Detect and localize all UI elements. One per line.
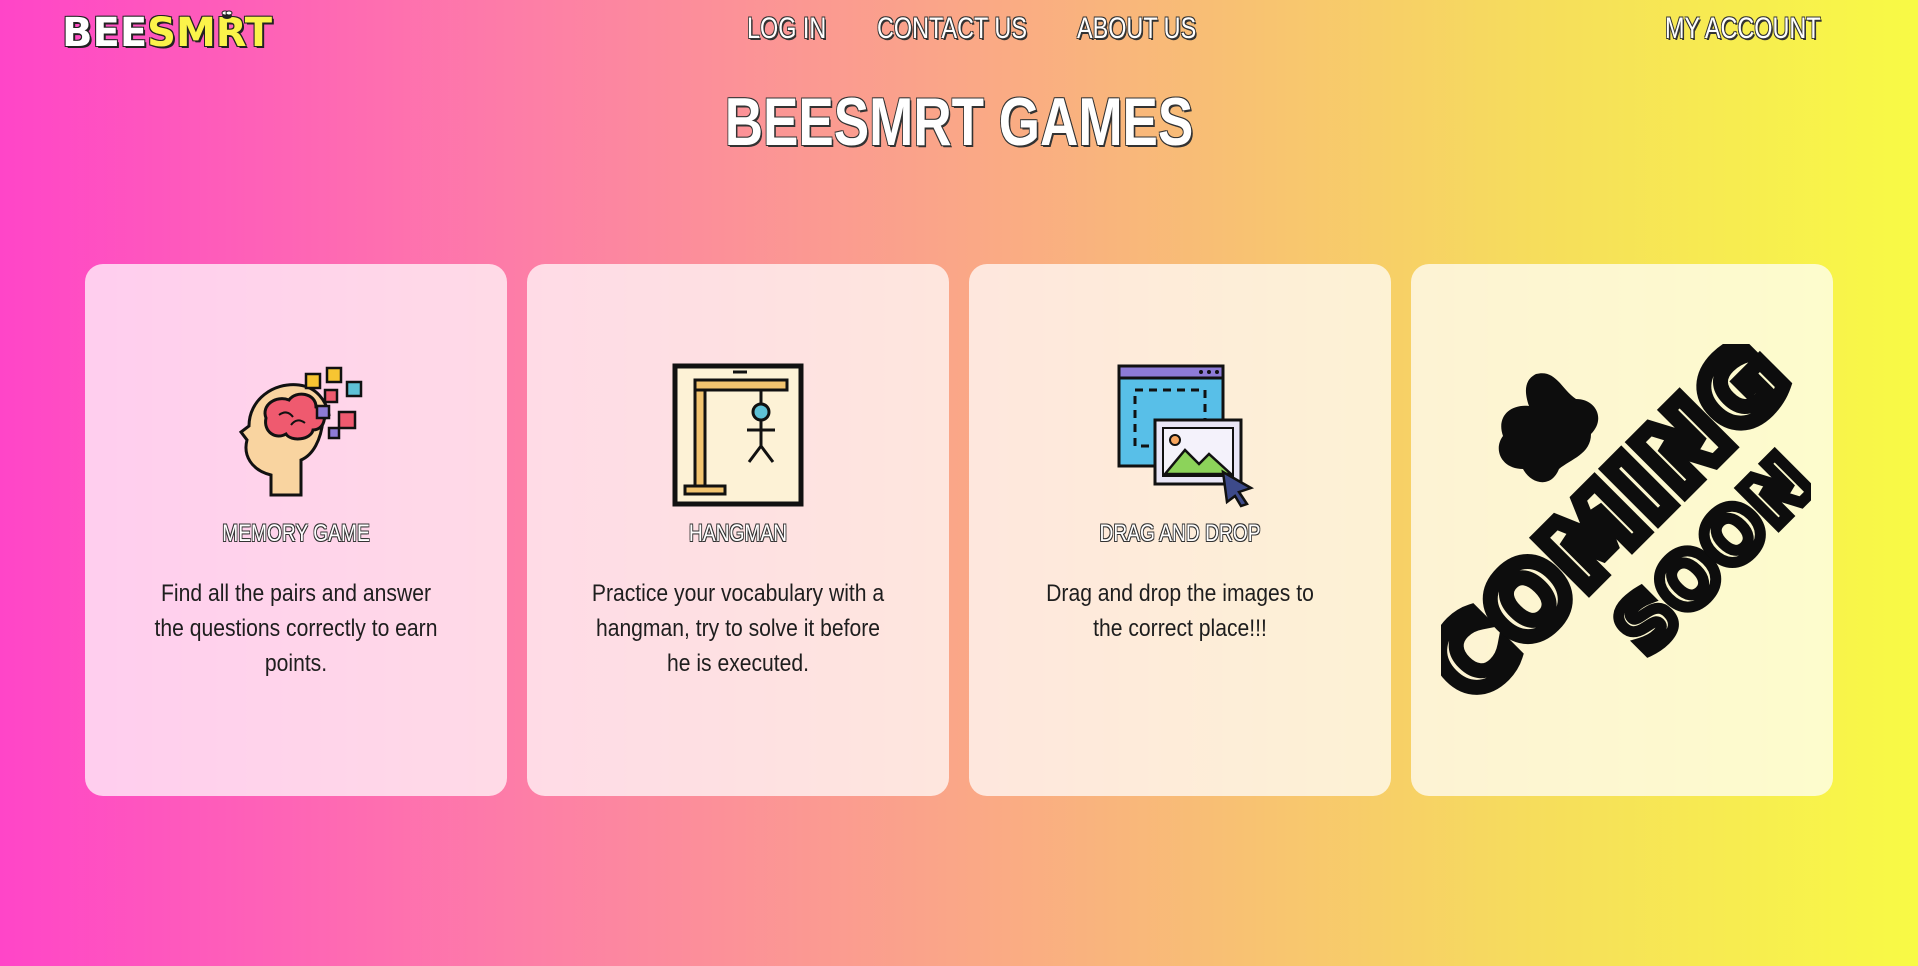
logo-bee-text: BEE [62,10,148,56]
card-description: Find all the pairs and answer the questi… [154,580,438,677]
card-description: Practice your vocabulary with a hangman,… [591,580,885,677]
card-description: Drag and drop the images to the correct … [1046,580,1314,642]
coming-soon-badge: COMING SOON [1441,344,1811,724]
hangman-icon [672,363,804,507]
drag-drop-icon [1117,364,1255,508]
nav-about-link[interactable]: ABOUT US [1077,12,1196,46]
game-cards: MEMORY GAME Find all the pairs and answe… [85,264,1833,796]
beesmrt-logo[interactable]: BEESMRT [62,8,272,58]
nav-login-link[interactable]: LOG IN [747,12,826,46]
main-nav: LOG IN CONTACT US ABOUT US [747,12,1197,46]
page-title: BEESMRT GAMES [724,84,1194,160]
logo-smrt-text: SMRT [147,10,273,56]
game-card-hangman[interactable]: HANGMAN Practice your vocabulary with a … [527,264,949,796]
game-card-coming-soon: COMING SOON [1411,264,1833,796]
card-title: DRAG AND DROP [1099,520,1261,547]
nav-contact-link[interactable]: CONTACT US [877,12,1027,46]
card-title: HANGMAN [688,520,788,547]
game-card-memory[interactable]: MEMORY GAME Find all the pairs and answe… [85,264,507,796]
card-title: MEMORY GAME [222,520,370,547]
game-card-drag-and-drop[interactable]: DRAG AND DROP Drag and drop the images t… [969,264,1391,796]
bee-icon [221,10,233,19]
brain-head-icon [238,366,363,497]
my-account-link[interactable]: MY ACCOUNT [1665,12,1821,46]
header: BEESMRT LOG IN CONTACT US ABOUT US MY AC… [0,0,1918,64]
